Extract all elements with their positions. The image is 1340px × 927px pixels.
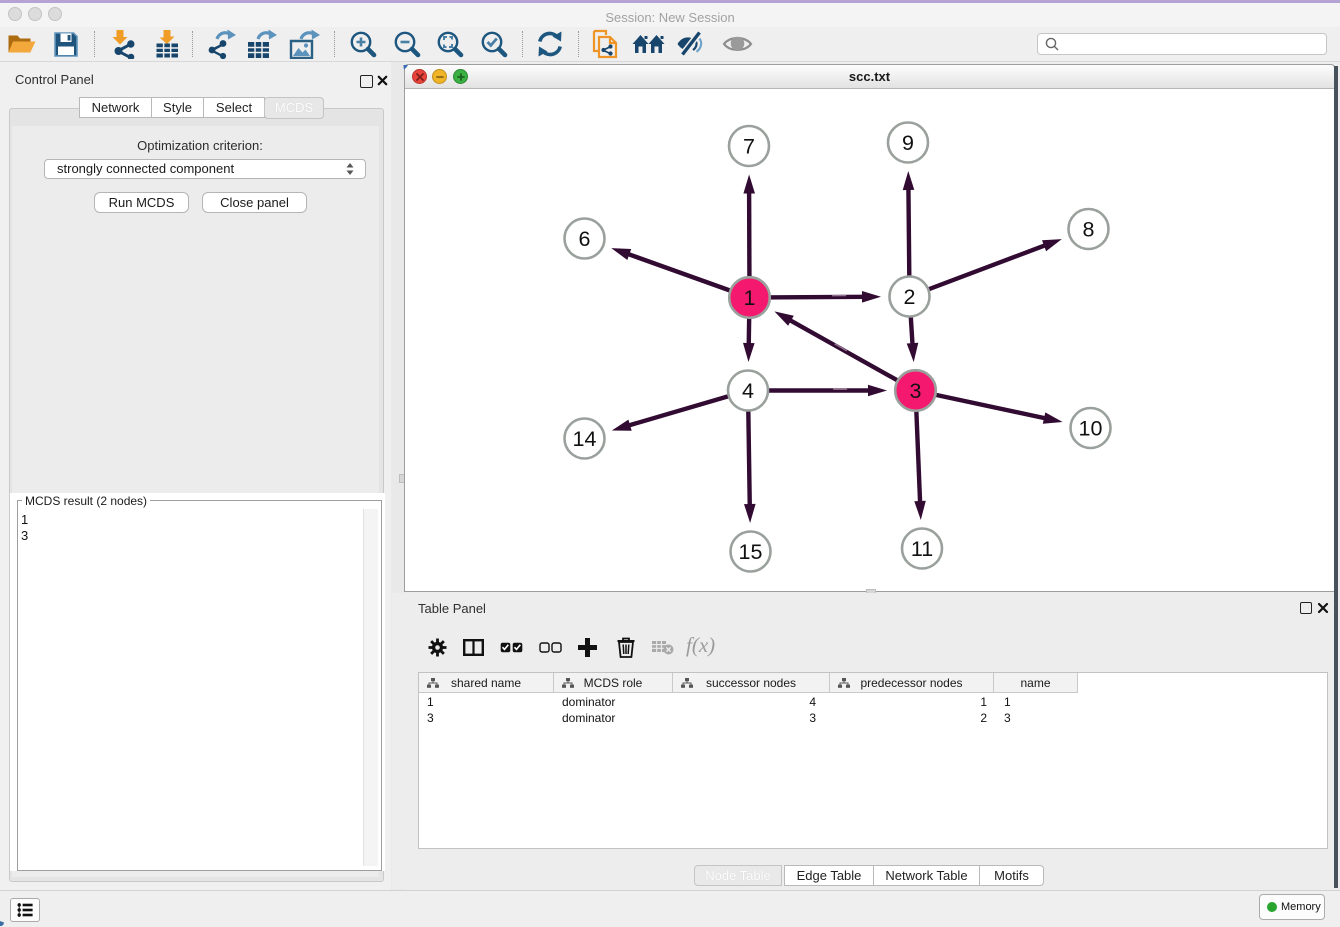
svg-text:3: 3	[910, 379, 922, 403]
svg-text:8: 8	[1083, 218, 1095, 242]
svg-text:4: 4	[742, 379, 754, 403]
svg-text:2: 2	[904, 285, 916, 309]
svg-text:10: 10	[1079, 417, 1103, 441]
svg-text:9: 9	[902, 131, 914, 155]
svg-text:15: 15	[739, 540, 763, 564]
svg-text:1: 1	[744, 286, 756, 310]
svg-text:6: 6	[579, 227, 591, 251]
svg-text:14: 14	[573, 427, 597, 451]
svg-text:11: 11	[911, 537, 933, 561]
svg-text:7: 7	[743, 135, 755, 159]
